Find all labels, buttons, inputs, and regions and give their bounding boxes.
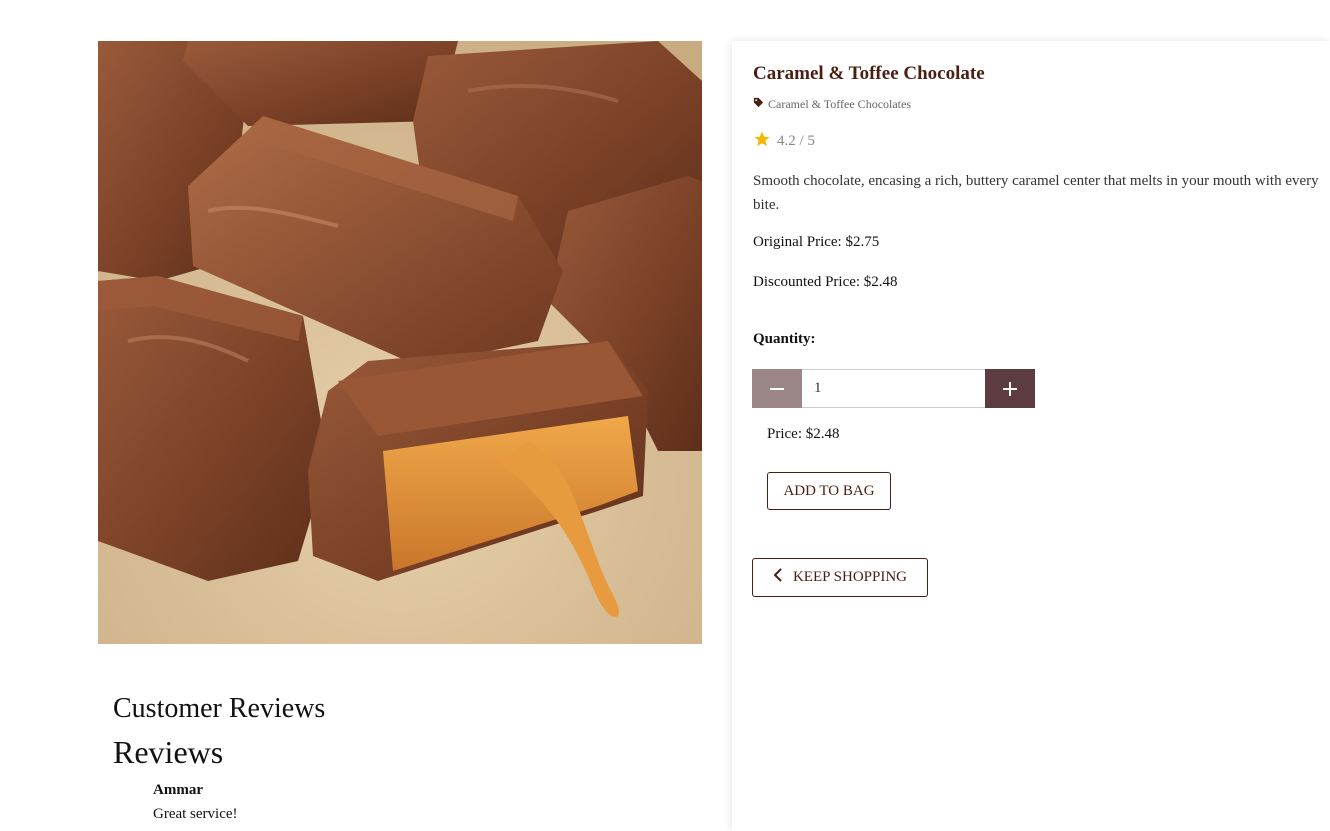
plus-icon (1003, 381, 1017, 396)
add-to-bag-button[interactable]: ADD TO BAG (767, 472, 891, 510)
chocolate-bars-illustration (98, 41, 702, 644)
decrease-quantity-button[interactable] (752, 369, 802, 408)
quantity-input[interactable] (802, 369, 985, 408)
keep-shopping-button[interactable]: KEEP SHOPPING (752, 558, 928, 597)
category-label: Caramel & Toffee Chocolates (768, 97, 912, 111)
product-details-panel: Caramel & Toffee Chocolate Caramel & Tof… (732, 41, 1330, 831)
rating-value: 4.2 / 5 (777, 133, 815, 149)
product-rating: 4.2 / 5 (753, 130, 815, 153)
keep-shopping-label: KEEP SHOPPING (792, 569, 908, 585)
quantity-label: Quantity: (753, 331, 816, 347)
product-title: Caramel & Toffee Chocolate (753, 63, 985, 84)
chevron-left-icon (773, 568, 783, 587)
quantity-stepper (752, 369, 1035, 408)
minus-icon (770, 387, 784, 390)
increase-quantity-button[interactable] (985, 369, 1035, 408)
star-icon (753, 130, 771, 153)
product-category[interactable]: Caramel & Toffee Chocolates (753, 97, 911, 112)
product-image (98, 41, 702, 644)
review-item: Ammar Great service! (153, 778, 693, 826)
line-price: Price: $2.48 (767, 426, 840, 442)
tag-icon (753, 97, 764, 112)
original-price: Original Price: $2.75 (753, 234, 880, 250)
discounted-price: Discounted Price: $2.48 (753, 274, 898, 290)
product-description: Smooth chocolate, encasing a rich, butte… (753, 173, 1319, 213)
reviews-heading: Customer Reviews (113, 693, 326, 724)
customer-reviews-section: Customer Reviews Reviews Ammar Great ser… (113, 690, 693, 826)
review-author: Ammar (153, 782, 203, 798)
reviews-subheading: Reviews (113, 734, 224, 770)
review-text: Great service! (153, 806, 238, 822)
